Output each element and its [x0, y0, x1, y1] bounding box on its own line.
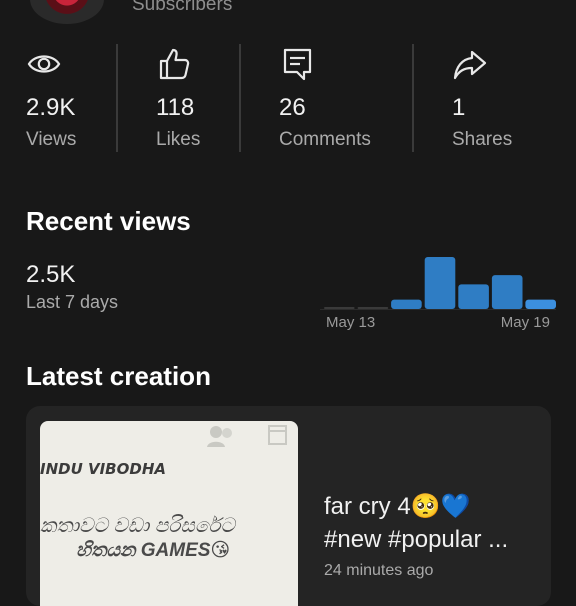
recent-views-chart[interactable]: May 13 May 19 — [320, 250, 556, 340]
stat-divider — [412, 44, 414, 152]
recent-views-period: Last 7 days — [26, 292, 119, 312]
chart-bar-may-16 — [424, 257, 456, 309]
eye-icon — [27, 55, 61, 73]
channel-header: Subscribers — [0, 0, 576, 24]
chart-bar-may-18 — [491, 275, 523, 309]
comment-icon — [283, 48, 312, 81]
chart-bar-may-15 — [391, 299, 422, 309]
views-label: Views — [26, 129, 77, 150]
chart-bar-may-14 — [357, 307, 389, 309]
likes-label: Likes — [156, 129, 201, 150]
shares-value: 1 — [452, 94, 466, 121]
bookmark-icon — [268, 425, 287, 445]
thumbs-up-icon — [159, 48, 190, 80]
chart-x-start-label: May 13 — [326, 314, 376, 331]
subscribers-label: Subscribers — [132, 0, 233, 15]
video-thumbnail[interactable]: INDU VIBODHA කතාවට වඩා පරිසරේට හිතයන GAM… — [40, 421, 298, 606]
channel-avatar[interactable] — [30, 0, 104, 24]
chart-bar-may-13 — [324, 307, 355, 309]
views-value: 2.9K — [26, 94, 76, 121]
chart-bar-may-19 — [525, 299, 556, 309]
bar-chart-svg — [320, 257, 556, 310]
latest-creation-title: Latest creation — [26, 361, 211, 391]
share-icon — [453, 50, 487, 80]
thumbnail-caption-line2: හිතයන GAMES😘 — [76, 540, 231, 561]
stats-row: 2.9K Views 118 Likes 26 Comments 1 Share… — [0, 40, 576, 155]
shares-label: Shares — [452, 129, 513, 150]
stat-divider — [116, 44, 118, 152]
chart-bar-may-17 — [458, 284, 489, 309]
recent-views-title: Recent views — [26, 206, 191, 236]
video-title-line2: #new #popular ... — [324, 526, 509, 553]
thumbnail-channel-name: INDU VIBODHA — [40, 460, 166, 478]
likes-value: 118 — [156, 94, 195, 121]
users-icon — [207, 426, 232, 447]
video-title[interactable]: far cry 4🥺💙 #new #popular ... — [324, 490, 544, 556]
comments-value: 26 — [279, 94, 306, 121]
stat-divider — [239, 44, 241, 152]
latest-video-card[interactable]: INDU VIBODHA කතාවට වඩා පරිසරේට හිතයන GAM… — [26, 406, 551, 606]
chart-x-end-label: May 19 — [500, 314, 550, 331]
recent-views-value: 2.5K — [26, 261, 76, 288]
thumbnail-caption-line1: කතාවට වඩා පරිසරේට — [40, 515, 235, 537]
video-time-ago: 24 minutes ago — [324, 562, 434, 579]
video-title-line1: far cry 4🥺💙 — [324, 493, 471, 520]
comments-label: Comments — [279, 129, 371, 150]
